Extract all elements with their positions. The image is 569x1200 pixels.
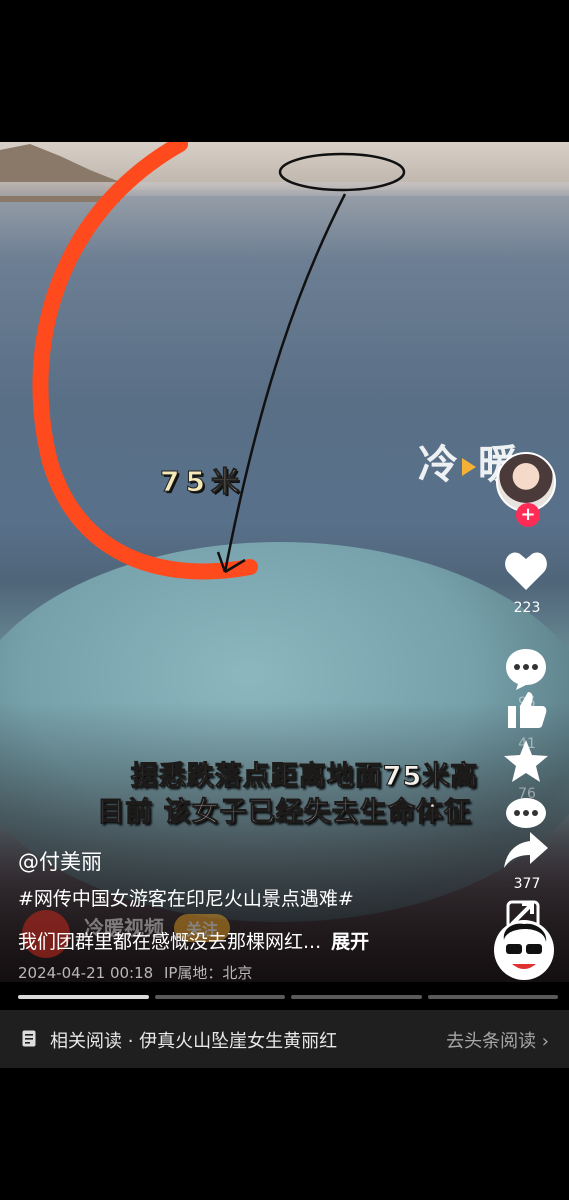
heart-icon[interactable] <box>502 548 550 594</box>
related-reading-label: 相关阅读 · 伊真火山坠崖女生黄丽红 <box>50 1031 338 1052</box>
timestamp: 2024-04-21 00:18 <box>18 964 154 982</box>
read-in-toutiao-link[interactable]: 去头条阅读 › <box>446 1027 549 1053</box>
thumbs-up-icon[interactable] <box>502 690 550 736</box>
expand-button[interactable]: 展开 <box>331 931 369 953</box>
ip-location: IP属地：北京 <box>163 964 253 982</box>
share-arrow-icon[interactable] <box>502 828 550 874</box>
height-label: 75米 <box>160 465 245 499</box>
comment-icon[interactable] <box>502 645 550 691</box>
progress-segments[interactable] <box>18 995 558 999</box>
red-curve-arrow <box>32 142 258 580</box>
caption-line-1: 据悉跌落点距离地面75米高 <box>130 761 479 793</box>
music-disc-sticker[interactable] <box>494 920 554 980</box>
fall-line-arrow <box>216 193 347 574</box>
like-count: 223 <box>513 600 541 616</box>
post-description: 我们团群里都在感慨没去那棵网红... 展开 <box>18 927 369 954</box>
post-meta: 2024-04-21 00:18 IP属地：北京 <box>18 962 252 983</box>
description-text: 我们团群里都在感慨没去那棵网红... <box>18 931 322 953</box>
follow-plus-icon[interactable]: + <box>516 503 540 527</box>
circle-marker <box>278 152 406 192</box>
star-icon[interactable] <box>502 738 550 784</box>
progress-segment <box>427 995 558 999</box>
share-count: 377 <box>513 876 541 892</box>
progress-segment <box>18 995 149 999</box>
author-name[interactable]: @付美丽 <box>18 846 102 876</box>
caption-line-2: 目前 该女子已经失去生命体征 <box>97 797 472 829</box>
progress-segment <box>291 995 422 999</box>
hashtag-link[interactable]: #网传中国女游客在印尼火山景点遇难# <box>18 884 354 911</box>
progress-segment <box>154 995 285 999</box>
related-reading-bar[interactable]: 相关阅读 · 伊真火山坠崖女生黄丽红 去头条阅读 › <box>0 1010 569 1068</box>
document-icon <box>22 1030 36 1047</box>
play-icon <box>462 458 476 476</box>
